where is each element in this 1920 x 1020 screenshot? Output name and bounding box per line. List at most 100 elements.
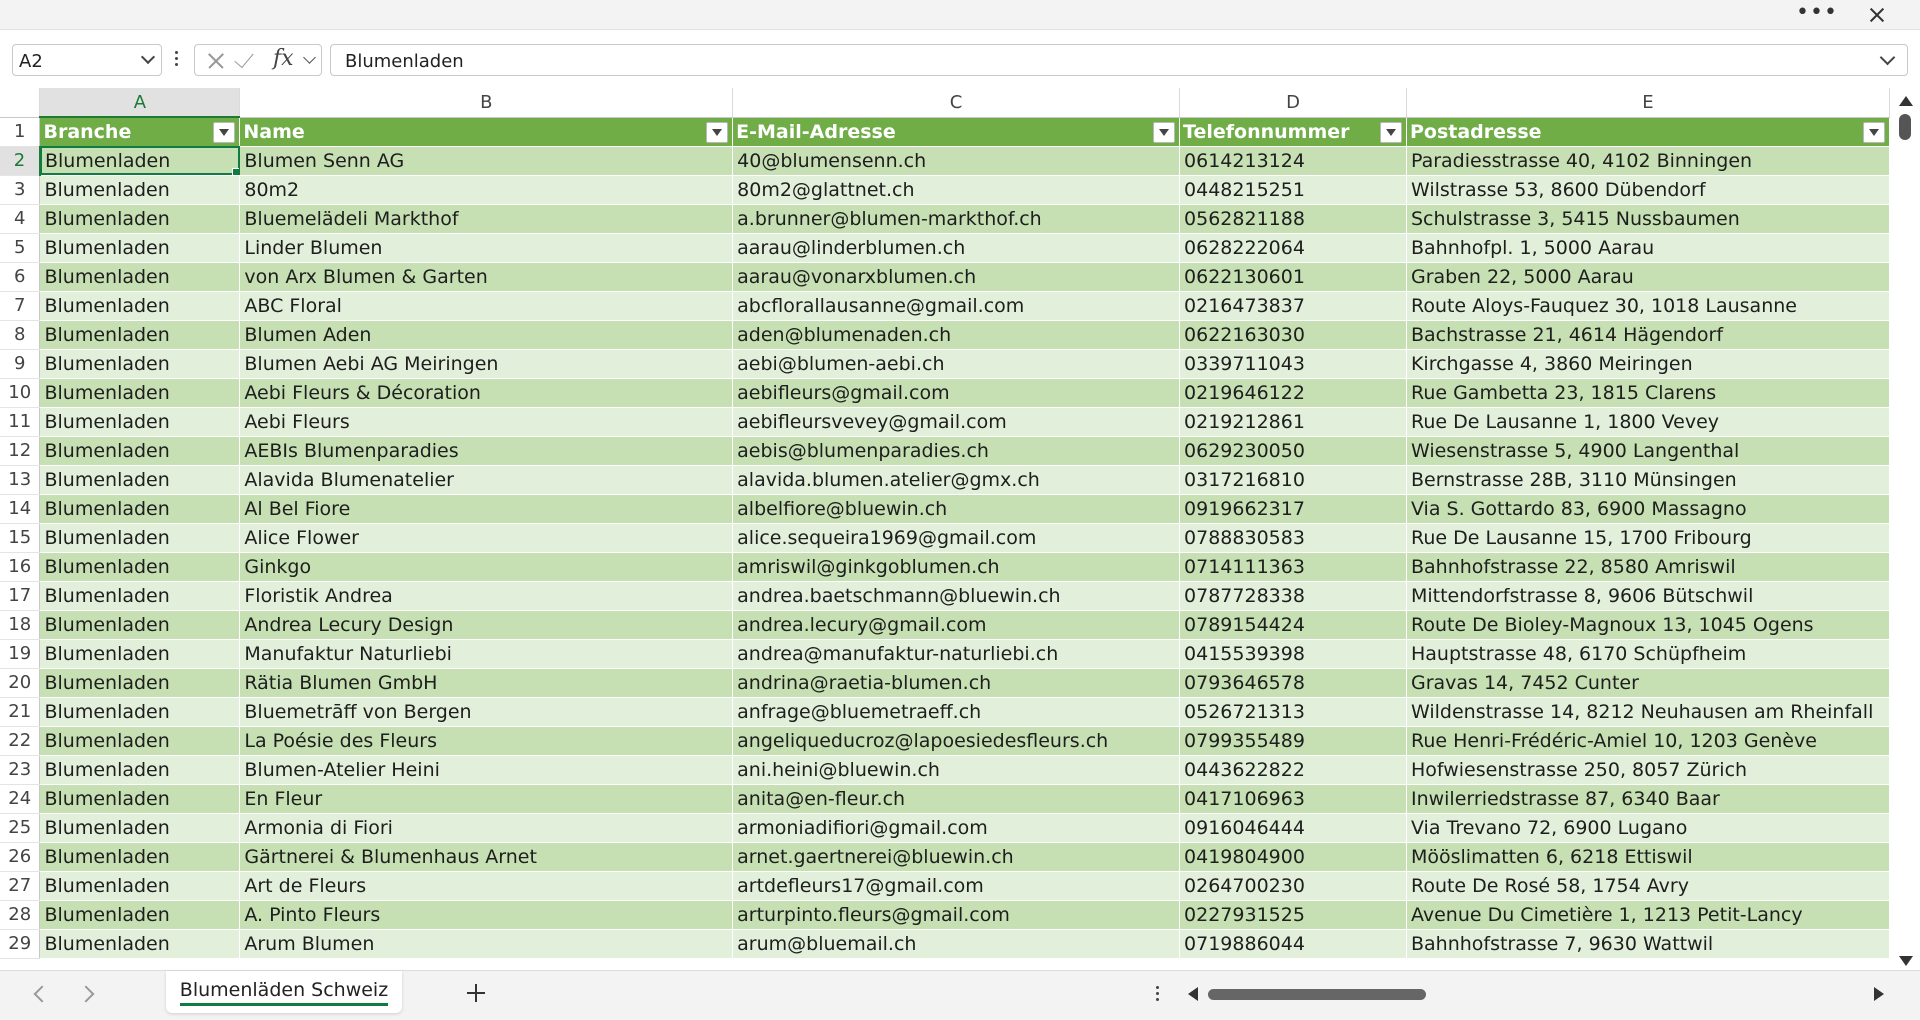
header-cell-branche[interactable]: Branche [39,117,241,147]
cell-branche[interactable]: Blumenladen [39,813,241,843]
cell-email[interactable]: andrina@raetia-blumen.ch [732,668,1181,698]
cell-name[interactable]: Bluemetrāff von Bergen [239,697,734,727]
cell-email[interactable]: andrea@manufaktur-naturliebi.ch [732,639,1181,669]
cell-phone[interactable]: 0719886044 [1179,929,1407,959]
vertical-dots-icon[interactable] [173,49,179,71]
vertical-scroll-thumb[interactable] [1899,114,1911,140]
cell-email[interactable]: anfrage@bluemetraeff.ch [732,697,1181,727]
check-icon[interactable] [234,47,254,69]
cell-phone[interactable]: 0264700230 [1179,871,1407,901]
cell-email[interactable]: amriswil@ginkgoblumen.ch [732,552,1181,582]
cell-phone[interactable]: 0219646122 [1179,378,1407,408]
cell-branche[interactable]: Blumenladen [39,146,241,176]
chevron-down-icon[interactable] [140,49,156,65]
cell-address[interactable]: Rue Henri-Frédéric-Amiel 10, 1203 Genève [1406,726,1890,756]
cell-branche[interactable]: Blumenladen [39,610,241,640]
cell-address[interactable]: Hauptstrasse 48, 6170 Schüpfheim [1406,639,1890,669]
cell-phone[interactable]: 0622130601 [1179,262,1407,292]
cell-address[interactable]: Route De Bioley-Magnoux 13, 1045 Ogens [1406,610,1890,640]
cell-email[interactable]: aarau@vonarxblumen.ch [732,262,1181,292]
insert-function-icon[interactable]: fx [273,46,294,71]
cell-phone[interactable]: 0417106963 [1179,784,1407,814]
row-number[interactable]: 22 [0,726,41,756]
cell-address[interactable]: Via Trevano 72, 6900 Lugano [1406,813,1890,843]
row-number[interactable]: 13 [0,465,41,495]
cell-branche[interactable]: Blumenladen [39,233,241,263]
cell-name[interactable]: Andrea Lecury Design [239,610,734,640]
cell-email[interactable]: aarau@linderblumen.ch [732,233,1181,263]
cell-branche[interactable]: Blumenladen [39,755,241,785]
cell-name[interactable]: Rätia Blumen GmbH [239,668,734,698]
filter-dropdown-icon[interactable] [213,122,236,143]
cell-address[interactable]: Gravas 14, 7452 Cunter [1406,668,1890,698]
cell-name[interactable]: Blumen Aden [239,320,734,350]
cell-address[interactable]: Mittendorfstrasse 8, 9606 Bütschwil [1406,581,1890,611]
cell-email[interactable]: arum@bluemail.ch [732,929,1181,959]
cell-email[interactable]: armoniadifiori@gmail.com [732,813,1181,843]
cell-name[interactable]: Linder Blumen [239,233,734,263]
cell-branche[interactable]: Blumenladen [39,900,241,930]
cell-phone[interactable]: 0419804900 [1179,842,1407,872]
cell-phone[interactable]: 0614213124 [1179,146,1407,176]
row-number[interactable]: 16 [0,552,41,582]
cell-email[interactable]: aden@blumenaden.ch [732,320,1181,350]
cell-email[interactable]: artdefleurs17@gmail.com [732,871,1181,901]
cell-name[interactable]: Alavida Blumenatelier [239,465,734,495]
cell-branche[interactable]: Blumenladen [39,929,241,959]
row-number[interactable]: 4 [0,204,41,234]
cell-email[interactable]: aebifleursvevey@gmail.com [732,407,1181,437]
cell-phone[interactable]: 0799355489 [1179,726,1407,756]
expand-formula-icon[interactable] [1879,49,1896,66]
cell-branche[interactable]: Blumenladen [39,436,241,466]
cell-address[interactable]: Route Aloys-Fauquez 30, 1018 Lausanne [1406,291,1890,321]
cell-branche[interactable]: Blumenladen [39,349,241,379]
cell-address[interactable]: Via S. Gottardo 83, 6900 Massagno [1406,494,1890,524]
filter-dropdown-icon[interactable] [1379,121,1402,143]
cell-branche[interactable]: Blumenladen [39,175,241,205]
cell-address[interactable]: Paradiesstrasse 40, 4102 Binningen [1406,146,1890,176]
row-number[interactable]: 11 [0,407,41,437]
row-number[interactable]: 28 [0,900,41,930]
cell-email[interactable]: a.brunner@blumen-markthof.ch [732,204,1181,234]
cell-phone[interactable]: 0788830583 [1179,523,1407,553]
filter-dropdown-icon[interactable] [1863,121,1885,143]
sheet-tab-blumenlaeden-schweiz[interactable]: Blumenläden Schweiz [166,971,402,1013]
cell-phone[interactable]: 0562821188 [1179,204,1407,234]
header-cell-email[interactable]: E-Mail-Adresse [732,117,1181,147]
cell-branche[interactable]: Blumenladen [39,407,241,437]
cell-address[interactable]: Avenue Du Cimetière 1, 1213 Petit-Lancy [1406,900,1890,930]
row-number[interactable]: 25 [0,813,41,843]
cell-name[interactable]: Aebi Fleurs & Décoration [239,378,734,408]
cell-name[interactable]: Blumen-Atelier Heini [239,755,734,785]
cell-email[interactable]: alavida.blumen.atelier@gmx.ch [732,465,1181,495]
row-number[interactable]: 18 [0,610,41,640]
header-cell-address[interactable]: Postadresse [1406,117,1890,147]
cell-email[interactable]: albelfiore@bluewin.ch [732,494,1181,524]
cell-branche[interactable]: Blumenladen [39,871,241,901]
cell-name[interactable]: Alice Flower [239,523,734,553]
cell-branche[interactable]: Blumenladen [39,668,241,698]
cell-phone[interactable]: 0227931525 [1179,900,1407,930]
cell-phone[interactable]: 0317216810 [1179,465,1407,495]
row-number[interactable]: 21 [0,697,41,727]
cell-phone[interactable]: 0787728338 [1179,581,1407,611]
cell-name[interactable]: A. Pinto Fleurs [239,900,734,930]
cancel-icon[interactable] [205,51,225,71]
cell-address[interactable]: Hofwiesenstrasse 250, 8057 Zürich [1406,755,1890,785]
cell-address[interactable]: Schulstrasse 3, 5415 Nussbaumen [1406,204,1890,234]
cell-branche[interactable]: Blumenladen [39,378,241,408]
scroll-up-icon[interactable] [1899,96,1913,106]
cell-branche[interactable]: Blumenladen [39,262,241,292]
cell-phone[interactable]: 0714111363 [1179,552,1407,582]
cell-phone[interactable]: 0789154424 [1179,610,1407,640]
cell-name[interactable]: Ginkgo [239,552,734,582]
cell-phone[interactable]: 0216473837 [1179,291,1407,321]
cell-branche[interactable]: Blumenladen [39,581,241,611]
horizontal-scrollbar[interactable] [1186,981,1886,1007]
cell-name[interactable]: Floristik Andrea [239,581,734,611]
cell-name[interactable]: Arum Blumen [239,929,734,959]
cell-phone[interactable]: 0629230050 [1179,436,1407,466]
filter-dropdown-icon[interactable] [706,121,729,143]
cell-phone[interactable]: 0622163030 [1179,320,1407,350]
cell-phone[interactable]: 0919662317 [1179,494,1407,524]
